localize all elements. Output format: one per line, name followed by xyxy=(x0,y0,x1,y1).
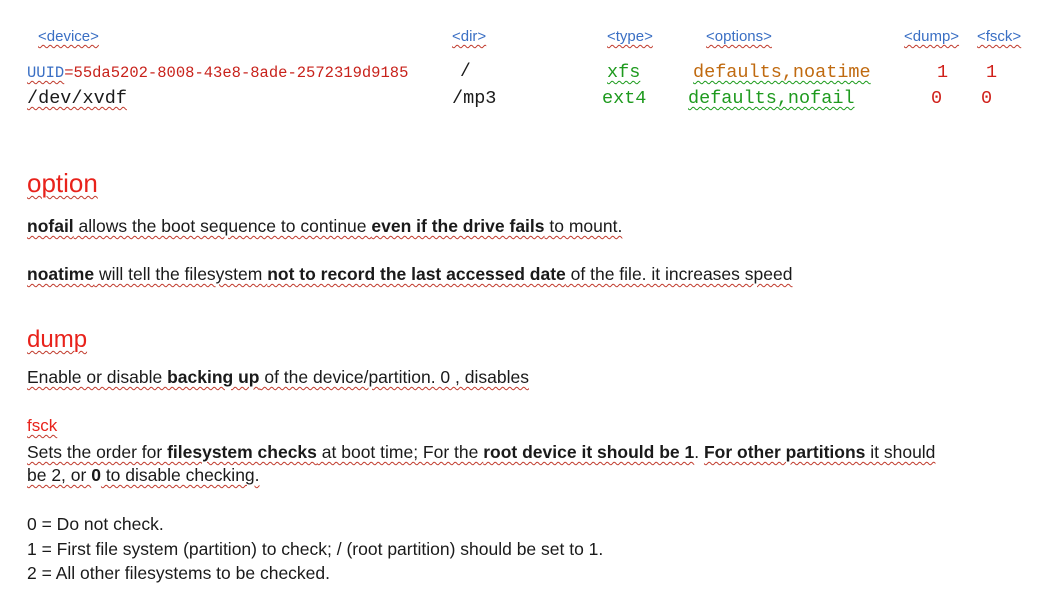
header-type: <type> xyxy=(607,28,653,45)
header-device: <device> xyxy=(38,28,99,45)
nofail-term: nofail xyxy=(27,216,74,236)
dump-paragraph: Enable or disable backing up of the devi… xyxy=(27,367,529,387)
header-dir: <dir> xyxy=(452,28,487,45)
noatime-term: noatime xyxy=(27,264,95,284)
fsck-value-0: 0 = Do not check. xyxy=(27,514,164,534)
row1-dir: / xyxy=(460,62,471,82)
row1-fsck: 1 xyxy=(986,62,998,83)
option-title: option xyxy=(27,168,98,198)
fsck-title: fsck xyxy=(27,416,58,435)
row1-device: UUID=55da5202-8008-43e8-8ade-2572319d918… xyxy=(27,64,408,82)
row2-fsck: 0 xyxy=(981,88,993,109)
fsck-value-2: 2 = All other filesystems to be checked. xyxy=(27,563,331,583)
dump-title: dump xyxy=(27,326,88,353)
header-options: <options> xyxy=(706,28,772,45)
fsck-line2: be 2, or 0 to disable checking. xyxy=(27,465,260,485)
row2-dump: 0 xyxy=(931,88,943,109)
row2-options: defaults,nofail xyxy=(688,88,855,109)
row1-dump: 1 xyxy=(937,62,949,83)
row1-device-value: =55da5202-8008-43e8-8ade-2572319d9185 xyxy=(64,64,409,82)
row1-type: xfs xyxy=(607,62,641,83)
row2-device: /dev/xvdf xyxy=(27,88,127,109)
fsck-line1: Sets the order for filesystem checks at … xyxy=(27,442,936,462)
header-fsck: <fsck> xyxy=(977,28,1022,45)
noatime-paragraph: noatime will tell the filesystem not to … xyxy=(27,264,793,284)
fsck-value-1: 1 = First file system (partition) to che… xyxy=(27,539,604,559)
row2-type: ext4 xyxy=(602,88,647,109)
row1-options: defaults,noatime xyxy=(693,62,871,83)
header-dump: <dump> xyxy=(904,28,960,45)
row1-device-prefix: UUID xyxy=(27,64,65,82)
row2-dir: /mp3 xyxy=(452,88,497,109)
nofail-paragraph: nofail allows the boot sequence to conti… xyxy=(27,216,623,236)
